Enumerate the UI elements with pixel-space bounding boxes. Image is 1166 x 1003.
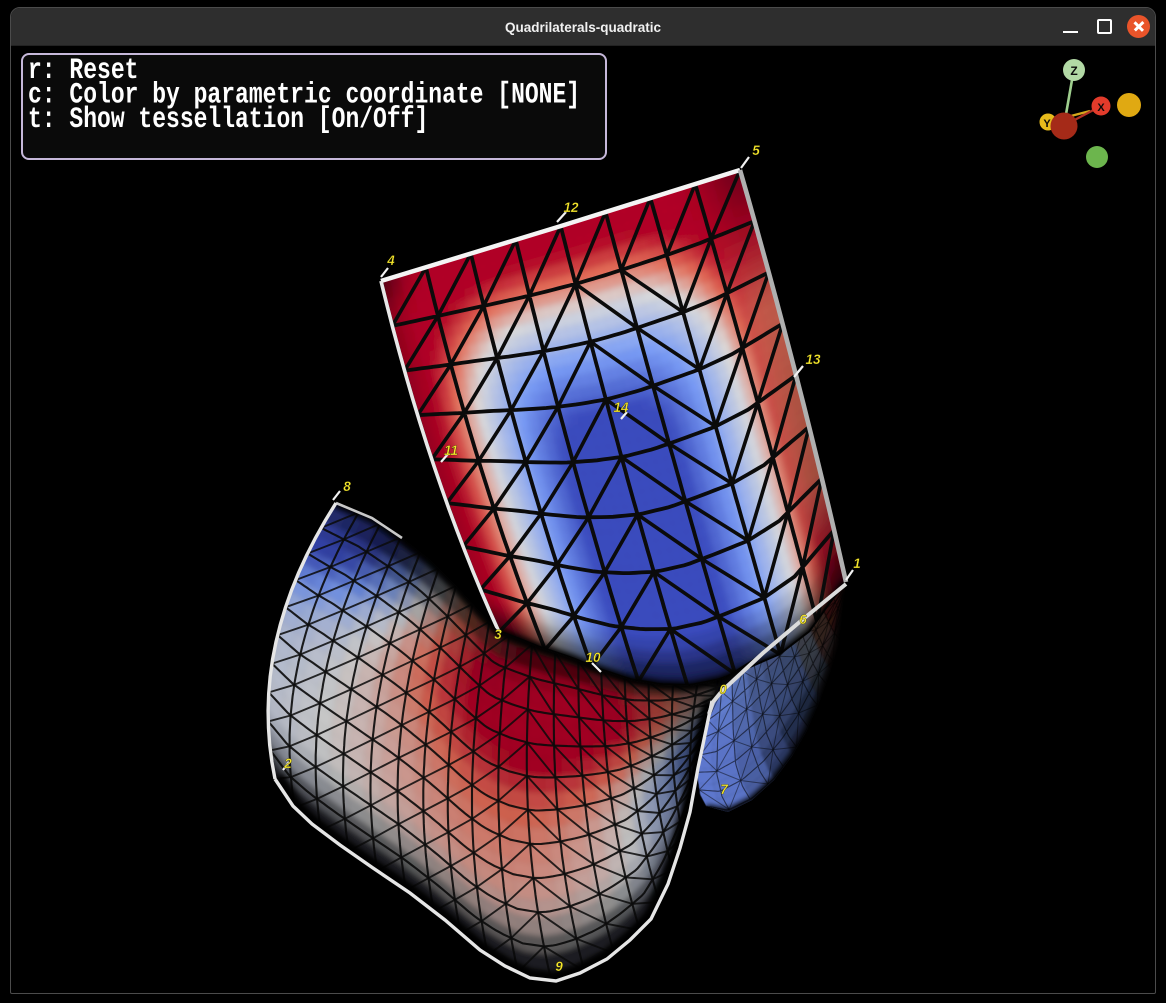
- svg-text:4: 4: [386, 253, 395, 268]
- svg-text:9: 9: [555, 959, 563, 974]
- svg-text:10: 10: [585, 650, 601, 665]
- svg-text:0: 0: [719, 682, 727, 697]
- svg-text:12: 12: [563, 200, 579, 215]
- svg-text:2: 2: [283, 756, 292, 771]
- svg-text:Z: Z: [1070, 64, 1077, 78]
- svg-text:Y: Y: [1043, 118, 1051, 130]
- svg-text:X: X: [1097, 102, 1105, 114]
- svg-text:14: 14: [613, 400, 629, 415]
- svg-text:5: 5: [752, 143, 760, 158]
- svg-text:13: 13: [805, 352, 821, 367]
- svg-text:8: 8: [343, 479, 351, 494]
- svg-text:6: 6: [799, 612, 807, 627]
- svg-text:11: 11: [444, 443, 458, 458]
- svg-text:1: 1: [853, 556, 861, 571]
- svg-text:3: 3: [494, 627, 502, 642]
